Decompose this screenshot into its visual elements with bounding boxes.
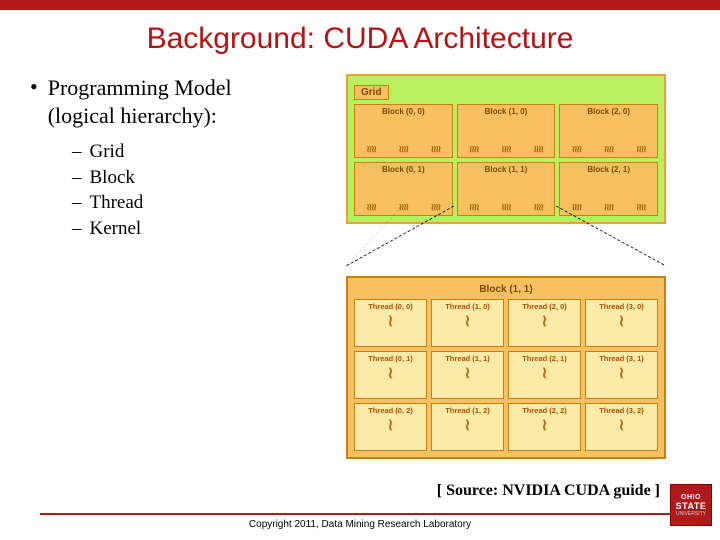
block-label: Block (1, 1) bbox=[485, 165, 528, 174]
block-label: Block (0, 1) bbox=[382, 165, 425, 174]
thread-row: Thread (0, 1) ≀ Thread (1, 1) ≀ Thread (2,… bbox=[354, 351, 658, 399]
dash-icon: – bbox=[72, 141, 82, 162]
thread-label: Thread (2, 1) bbox=[522, 354, 567, 363]
dash-icon: – bbox=[72, 167, 82, 188]
squiggle-icon: ≀ bbox=[586, 314, 657, 330]
block-label: Block (2, 0) bbox=[587, 107, 630, 116]
sub-label: Kernel bbox=[90, 218, 142, 239]
thread-label: Thread (1, 0) bbox=[445, 302, 490, 311]
logo-line1: OHIO bbox=[681, 494, 701, 501]
copyright-text: Copyright 2011, Data Mining Research Lab… bbox=[40, 513, 680, 530]
dash-icon: – bbox=[72, 218, 82, 239]
grid-diagram: Grid Block (0, 0) ≀≀≀≀≀≀≀≀≀≀≀≀ Block (1, … bbox=[346, 74, 666, 224]
squiggle-icon: ≀ bbox=[509, 418, 580, 434]
grid-row: Block (0, 0) ≀≀≀≀≀≀≀≀≀≀≀≀ Block (1, 0) ≀≀≀… bbox=[354, 104, 658, 158]
thread-cell: Thread (1, 0) ≀ bbox=[431, 299, 504, 347]
sub-bullet-list: –Grid –Block –Thread –Kernel bbox=[72, 139, 330, 242]
thread-label: Thread (2, 2) bbox=[522, 406, 567, 415]
sub-item: –Thread bbox=[72, 190, 330, 216]
bullet-main: • Programming Model (logical hierarchy): bbox=[30, 74, 330, 129]
squiggle-icon: ≀ bbox=[432, 418, 503, 434]
block-cell: Block (2, 0) ≀≀≀≀≀≀≀≀≀≀≀≀ bbox=[559, 104, 658, 158]
squiggle-icon: ≀ bbox=[432, 314, 503, 330]
thread-cell: Thread (3, 1) ≀ bbox=[585, 351, 658, 399]
thread-label: Thread (0, 1) bbox=[368, 354, 413, 363]
squiggle-icon: ≀ bbox=[432, 366, 503, 382]
squiggle-icon: ≀ bbox=[355, 366, 426, 382]
block-cell: Block (0, 0) ≀≀≀≀≀≀≀≀≀≀≀≀ bbox=[354, 104, 453, 158]
thread-cell: Thread (0, 0) ≀ bbox=[354, 299, 427, 347]
bullet-line1: Programming Model bbox=[48, 75, 232, 100]
wave-icon: ≀≀≀≀≀≀≀≀≀≀≀≀ bbox=[355, 144, 452, 155]
bullet-line2: (logical hierarchy): bbox=[48, 103, 217, 128]
thread-cell: Thread (0, 2) ≀ bbox=[354, 403, 427, 451]
block-detail-diagram: Block (1, 1) Thread (0, 0) ≀ Thread (1, 0… bbox=[346, 276, 666, 459]
block-detail-label: Block (1, 1) bbox=[354, 284, 658, 295]
squiggle-icon: ≀ bbox=[509, 314, 580, 330]
thread-cell: Thread (0, 1) ≀ bbox=[354, 351, 427, 399]
thread-label: Thread (1, 2) bbox=[445, 406, 490, 415]
grid-rows: Block (0, 0) ≀≀≀≀≀≀≀≀≀≀≀≀ Block (1, 0) ≀≀≀… bbox=[354, 104, 658, 216]
logo-line2: STATE bbox=[676, 501, 707, 511]
block-label: Block (2, 1) bbox=[587, 165, 630, 174]
thread-rows: Thread (0, 0) ≀ Thread (1, 0) ≀ Thread (2,… bbox=[354, 299, 658, 451]
footer: Copyright 2011, Data Mining Research Lab… bbox=[0, 513, 720, 530]
sub-item: –Grid bbox=[72, 139, 330, 165]
squiggle-icon: ≀ bbox=[586, 418, 657, 434]
bullet-dot-icon: • bbox=[30, 74, 38, 100]
sub-label: Thread bbox=[90, 192, 144, 213]
thread-label: Thread (3, 1) bbox=[599, 354, 644, 363]
thread-row: Thread (0, 2) ≀ Thread (1, 2) ≀ Thread (2,… bbox=[354, 403, 658, 451]
top-accent-bar bbox=[0, 0, 720, 10]
block-label: Block (1, 0) bbox=[485, 107, 528, 116]
wave-icon: ≀≀≀≀≀≀≀≀≀≀≀≀ bbox=[560, 144, 657, 155]
thread-cell: Thread (2, 2) ≀ bbox=[508, 403, 581, 451]
thread-cell: Thread (1, 1) ≀ bbox=[431, 351, 504, 399]
right-column: Grid Block (0, 0)≀≀≀≀≀≀≀≀≀≀≀≀ Block (1, … bbox=[346, 74, 690, 459]
grid-label: Grid bbox=[354, 85, 389, 100]
content-area: • Programming Model (logical hierarchy):… bbox=[0, 56, 720, 459]
thread-label: Thread (1, 1) bbox=[445, 354, 490, 363]
wave-icon: ≀≀≀≀≀≀≀≀≀≀≀≀ bbox=[458, 144, 555, 155]
thread-row: Thread (0, 0) ≀ Thread (1, 0) ≀ Thread (2,… bbox=[354, 299, 658, 347]
sub-item: –Block bbox=[72, 165, 330, 191]
thread-label: Thread (2, 0) bbox=[522, 302, 567, 311]
thread-label: Thread (0, 0) bbox=[368, 302, 413, 311]
thread-cell: Thread (2, 0) ≀ bbox=[508, 299, 581, 347]
thread-cell: Thread (3, 0) ≀ bbox=[585, 299, 658, 347]
slide-title: Background: CUDA Architecture bbox=[0, 22, 720, 56]
sub-label: Block bbox=[90, 167, 135, 188]
thread-cell: Thread (3, 2) ≀ bbox=[585, 403, 658, 451]
thread-cell: Thread (1, 2) ≀ bbox=[431, 403, 504, 451]
projection-lines bbox=[346, 206, 666, 266]
squiggle-icon: ≀ bbox=[355, 418, 426, 434]
thread-label: Thread (3, 2) bbox=[599, 406, 644, 415]
left-column: • Programming Model (logical hierarchy):… bbox=[30, 74, 330, 459]
sub-label: Grid bbox=[90, 141, 125, 162]
thread-label: Thread (0, 2) bbox=[368, 406, 413, 415]
bullet-text: Programming Model (logical hierarchy): bbox=[48, 74, 232, 129]
thread-cell: Thread (2, 1) ≀ bbox=[508, 351, 581, 399]
logo-line3: UNIVERSITY bbox=[676, 511, 706, 517]
block-cell: Block (1, 0) ≀≀≀≀≀≀≀≀≀≀≀≀ bbox=[457, 104, 556, 158]
block-label: Block (0, 0) bbox=[382, 107, 425, 116]
squiggle-icon: ≀ bbox=[586, 366, 657, 382]
dash-icon: – bbox=[72, 192, 82, 213]
sub-item: –Kernel bbox=[72, 216, 330, 242]
thread-label: Thread (3, 0) bbox=[599, 302, 644, 311]
squiggle-icon: ≀ bbox=[355, 314, 426, 330]
squiggle-icon: ≀ bbox=[509, 366, 580, 382]
ohio-state-logo: OHIO STATE UNIVERSITY bbox=[670, 484, 712, 526]
source-citation: [ Source: NVIDIA CUDA guide ] bbox=[437, 482, 660, 500]
